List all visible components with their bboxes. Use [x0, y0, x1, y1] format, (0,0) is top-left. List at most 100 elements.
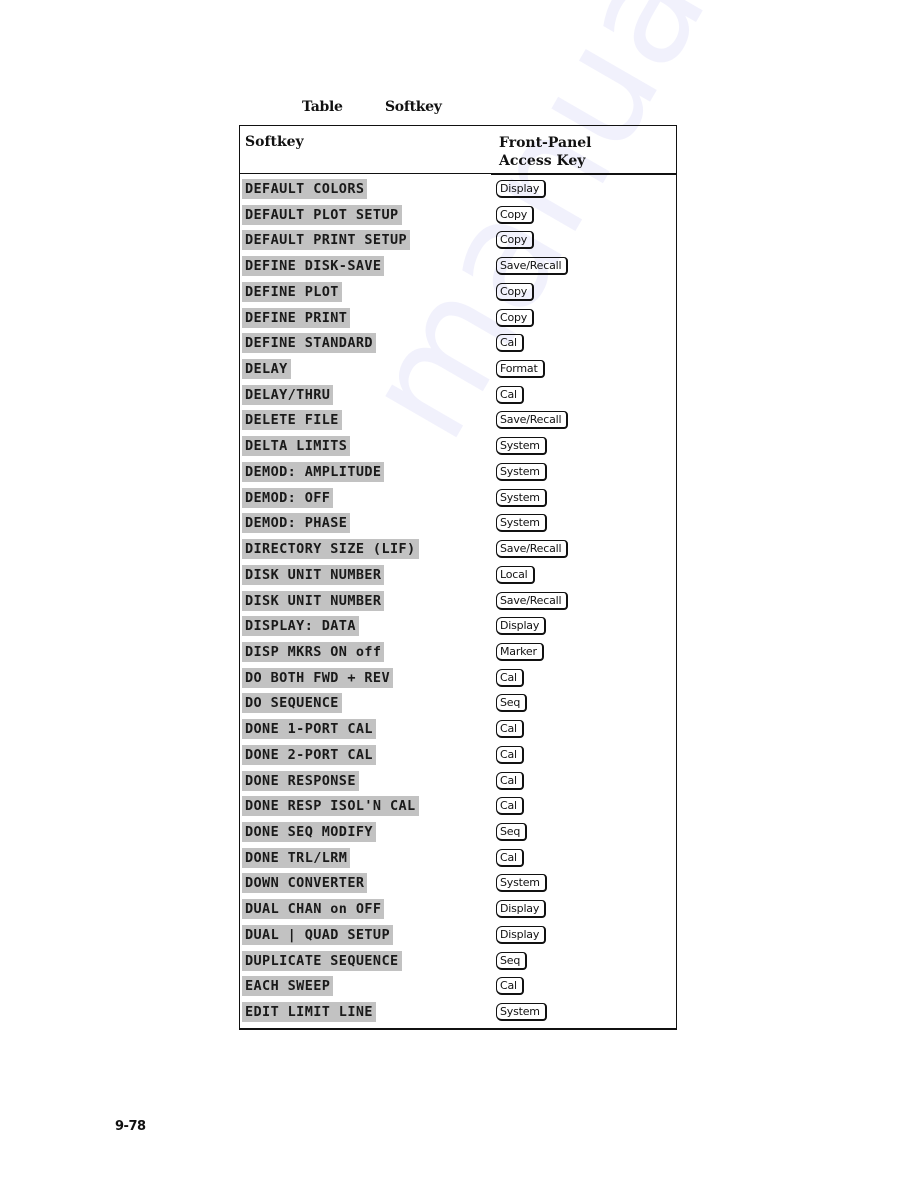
front-panel-key: Cal: [496, 334, 524, 353]
softkey-label: DONE TRL/LRM: [242, 847, 351, 868]
softkey-label: DONE 2-PORT CAL: [242, 744, 376, 765]
front-panel-key: Display: [496, 925, 547, 944]
front-panel-key: Copy: [496, 282, 535, 301]
table-row: EACH SWEEP Cal: [240, 974, 676, 1000]
softkey-label: DUPLICATE SEQUENCE: [242, 950, 402, 971]
table-row: DOWN CONVERTER System: [240, 871, 676, 897]
front-panel-key: System: [496, 874, 547, 893]
caption-table-label: Table: [302, 99, 343, 115]
softkey-label: DELETE FILE: [242, 410, 342, 431]
table-row: DELAY/THRU Cal: [240, 383, 676, 409]
softkey-label: DO BOTH FWD + REV: [242, 667, 393, 688]
table-row: DONE RESPONSE Cal: [240, 769, 676, 795]
table-row: DONE RESP ISOL'N CAL Cal: [240, 794, 676, 820]
softkey-label: DEFINE DISK-SAVE: [242, 256, 385, 277]
table-row: DUPLICATE SEQUENCE Seq: [240, 949, 676, 975]
table-row: DONE SEQ MODIFY Seq: [240, 820, 676, 846]
table-row: DEMOD: AMPLITUDE System: [240, 460, 676, 486]
table-row: DELETE FILE Save/Recall: [240, 408, 676, 434]
header-access-key-line1: Front-Panel: [499, 135, 592, 151]
softkey-label: DELAY: [242, 359, 291, 380]
front-panel-key: Seq: [496, 694, 528, 713]
softkey-label: DEFINE PLOT: [242, 281, 342, 302]
softkey-label: DONE SEQ MODIFY: [242, 821, 376, 842]
front-panel-key: System: [496, 462, 547, 481]
softkey-label: DEFINE STANDARD: [242, 333, 376, 354]
front-panel-key: Local: [496, 565, 535, 584]
softkey-label: DONE 1-PORT CAL: [242, 719, 376, 740]
softkey-label: DELTA LIMITS: [242, 436, 351, 457]
softkey-label: DUAL CHAN on OFF: [242, 899, 385, 920]
softkey-label: DELAY/THRU: [242, 384, 334, 405]
front-panel-key: Seq: [496, 822, 528, 841]
table-row: DEFINE DISK-SAVE Save/Recall: [240, 254, 676, 280]
front-panel-key: Display: [496, 180, 547, 198]
table-row: DEFAULT PLOT SETUP Copy: [240, 203, 676, 229]
front-panel-key: Seq: [496, 951, 528, 970]
softkey-label: DISPLAY: DATA: [242, 616, 359, 637]
page-number: 9-78: [115, 1119, 146, 1134]
front-panel-key: System: [496, 1003, 547, 1021]
front-panel-key: Cal: [496, 668, 524, 687]
softkey-label: DEMOD: OFF: [242, 487, 334, 508]
table-row: DUAL | QUAD SETUP Display: [240, 923, 676, 949]
softkey-label: DONE RESP ISOL'N CAL: [242, 796, 419, 817]
header-access-key-line2: Access Key: [499, 153, 586, 169]
table-row: DONE TRL/LRM Cal: [240, 846, 676, 872]
softkey-label: EACH SWEEP: [242, 976, 334, 997]
table-caption: Table Softkey: [302, 99, 442, 115]
front-panel-key: Format: [496, 360, 545, 379]
front-panel-key: Display: [496, 617, 547, 636]
table-row: DEFAULT COLORS Display: [240, 177, 676, 203]
table-row: DISK UNIT NUMBER Local: [240, 563, 676, 589]
front-panel-key: Cal: [496, 771, 524, 790]
table-row: DO BOTH FWD + REV Cal: [240, 666, 676, 692]
table-body: DEFAULT COLORS Display DEFAULT PLOT SETUP C…: [240, 177, 676, 1026]
softkey-label: DISK UNIT NUMBER: [242, 590, 385, 611]
table-row: DEFINE PRINT Copy: [240, 306, 676, 332]
table-row: DUAL CHAN on OFF Display: [240, 897, 676, 923]
softkey-table: Softkey Front-Panel Access Key DEFAULT C…: [239, 125, 677, 1030]
table-row: DIRECTORY SIZE (LIF) Save/Recall: [240, 537, 676, 563]
front-panel-key: System: [496, 488, 547, 507]
header-rule: [491, 172, 676, 175]
softkey-label: DONE RESPONSE: [242, 770, 359, 791]
front-panel-key: Copy: [496, 308, 535, 327]
softkey-label: DEFAULT PLOT SETUP: [242, 204, 402, 225]
front-panel-key: Cal: [496, 745, 524, 764]
table-row: DELTA LIMITS System: [240, 434, 676, 460]
table-row: DONE 1-PORT CAL Cal: [240, 717, 676, 743]
softkey-label: DEFAULT COLORS: [242, 179, 368, 199]
front-panel-key: Copy: [496, 205, 535, 224]
front-panel-key: Save/Recall: [496, 540, 569, 559]
table-row: DISK UNIT NUMBER Save/Recall: [240, 589, 676, 615]
table-row: DEFINE STANDARD Cal: [240, 331, 676, 357]
table-row: DEFAULT PRINT SETUP Copy: [240, 228, 676, 254]
front-panel-key: Save/Recall: [496, 591, 569, 610]
front-panel-key: Save/Recall: [496, 257, 569, 276]
front-panel-key: System: [496, 437, 547, 456]
softkey-label: EDIT LIMIT LINE: [242, 1002, 376, 1022]
softkey-label: DUAL | QUAD SETUP: [242, 924, 393, 945]
front-panel-key: Cal: [496, 797, 524, 816]
softkey-label: DO SEQUENCE: [242, 693, 342, 714]
front-panel-key: Cal: [496, 385, 524, 404]
table-row: EDIT LIMIT LINE System: [240, 1000, 676, 1026]
front-panel-key: Save/Recall: [496, 411, 569, 430]
softkey-label: DEMOD: PHASE: [242, 513, 351, 534]
front-panel-key: Display: [496, 900, 547, 919]
caption-title: Softkey: [385, 99, 442, 115]
table-row: DEFINE PLOT Copy: [240, 280, 676, 306]
table-header: Softkey Front-Panel Access Key: [240, 126, 676, 175]
table-row: DISP MKRS ON off Marker: [240, 640, 676, 666]
table-row: DEMOD: OFF System: [240, 486, 676, 512]
softkey-label: DISP MKRS ON off: [242, 641, 385, 662]
front-panel-key: Marker: [496, 642, 544, 661]
front-panel-key: Cal: [496, 977, 524, 996]
softkey-label: DIRECTORY SIZE (LIF): [242, 539, 419, 560]
front-panel-key: System: [496, 514, 547, 533]
table-row: DELAY Format: [240, 357, 676, 383]
table-row: DEMOD: PHASE System: [240, 511, 676, 537]
softkey-label: DEFINE PRINT: [242, 307, 351, 328]
front-panel-key: Cal: [496, 848, 524, 867]
